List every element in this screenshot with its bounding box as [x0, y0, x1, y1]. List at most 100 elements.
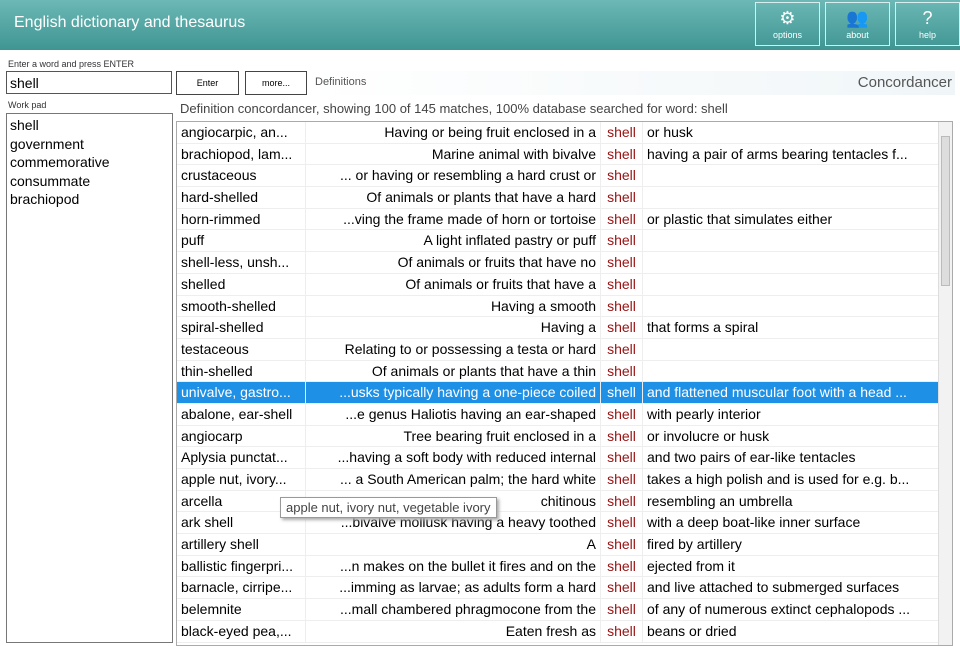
left-context-cell: Relating to or possessing a testa or har…: [306, 338, 601, 360]
table-row[interactable]: Aplysia punctat... ...having a soft body …: [177, 447, 952, 469]
table-row[interactable]: crustaceous... or having or resembling a…: [177, 165, 952, 188]
headword-cell: angiocarpic, an...: [177, 122, 306, 143]
headword-cell: testaceous: [177, 338, 306, 360]
keyword-cell: shell: [601, 273, 643, 295]
headword-cell: ballistic fingerpri...: [177, 555, 306, 577]
table-row[interactable]: brachiopod, lam... Marine animal with biv…: [177, 143, 952, 166]
left-context-cell: A: [306, 534, 601, 555]
workpad-item[interactable]: government: [10, 135, 169, 154]
keyword-cell: shell: [601, 165, 643, 187]
keyword-cell: shell: [601, 317, 643, 338]
right-context-cell: [643, 338, 939, 360]
right-context-cell: [643, 165, 939, 187]
right-context-cell: with pearly interior: [643, 403, 939, 425]
right-context-cell: [643, 252, 939, 273]
headword-cell: artillery shell: [177, 534, 306, 555]
table-row[interactable]: thin-shelled Of animals or plants that ha…: [177, 360, 952, 383]
left-context-cell: Of animals or fruits that have no: [306, 252, 601, 273]
keyword-cell: shell: [601, 382, 643, 403]
right-context-cell: and live attached to submerged surfaces: [643, 577, 939, 599]
left-context-cell: ...ving the frame made of horn or tortoi…: [306, 208, 601, 230]
keyword-cell: shell: [601, 143, 643, 165]
table-row[interactable]: spiral-shelled Having a shell that forms a …: [177, 317, 952, 339]
table-row[interactable]: ballistic fingerpri... ...n makes on the …: [177, 555, 952, 578]
help-icon: ?: [922, 8, 933, 28]
right-context-cell: [643, 295, 939, 317]
headword-cell: hard-shelled: [177, 187, 306, 208]
left-context-cell: Tree bearing fruit enclosed in a: [306, 425, 601, 447]
table-row[interactable]: shelled Of animals or fruits that have as…: [177, 273, 952, 296]
about-button[interactable]: 👥 about: [825, 2, 890, 46]
right-context-cell: [643, 187, 939, 208]
mode-bar: Definitions Concordancer: [310, 71, 955, 95]
left-context-cell: ...having a soft body with reduced inter…: [306, 447, 601, 468]
headword-cell: brachiopod, lam...: [177, 143, 306, 165]
table-row[interactable]: angiocarpic, an... Having or being fruit …: [177, 122, 952, 144]
table-row[interactable]: shell-less, unsh... Of animals or fruits …: [177, 252, 952, 274]
table-row[interactable]: hard-shelled Of animals or plants that ha…: [177, 187, 952, 209]
table-row[interactable]: univalve, gastro... ...usks typically hav…: [177, 382, 952, 404]
left-context-cell: A light inflated pastry or puff: [306, 230, 601, 252]
keyword-cell: shell: [601, 447, 643, 468]
left-context-cell: ...mall chambered phragmocone from the: [306, 599, 601, 620]
table-row[interactable]: black-eyed pea,... Eaten fresh as shell bea…: [177, 620, 952, 643]
table-row[interactable]: barnacle, cirripe... ...imming as larvae;…: [177, 577, 952, 600]
right-context-cell: or husk: [643, 122, 939, 143]
left-context-cell: Of animals or fruits that have a: [306, 273, 601, 295]
users-icon: 👥: [846, 8, 869, 28]
table-row[interactable]: apple nut, ivory...... a South American …: [177, 469, 952, 491]
table-row[interactable]: belemnite ...mall chambered phragmocone f…: [177, 599, 952, 621]
right-context-cell: ejected from it: [643, 555, 939, 577]
keyword-cell: shell: [601, 620, 643, 642]
right-context-cell: and two pairs of ear-like tentacles: [643, 447, 939, 468]
table-row[interactable]: puff A light inflated pastry or puff shell: [177, 230, 952, 253]
headword-cell: barnacle, cirripe...: [177, 577, 306, 599]
table-row[interactable]: artillery shell Ashell fired by artillery: [177, 534, 952, 556]
workpad-label: Work pad: [8, 100, 47, 110]
table-row[interactable]: horn-rimmed ...ving the frame made of hor…: [177, 208, 952, 231]
right-context-cell: with a deep boat-like inner surface: [643, 512, 939, 534]
keyword-cell: shell: [601, 599, 643, 620]
gear-icon: ⚙: [779, 8, 796, 28]
table-row[interactable]: smooth-shelled Having a smooth shell: [177, 295, 952, 318]
headword-cell: angiocarp: [177, 425, 306, 447]
workpad-item[interactable]: commemorative: [10, 153, 169, 172]
right-context-cell: resembling an umbrella: [643, 490, 939, 512]
left-context-cell: Of animals or plants that have a thin: [306, 360, 601, 382]
workpad-list[interactable]: shell government commemorative consummate br…: [6, 113, 173, 643]
right-context-cell: fired by artillery: [643, 534, 939, 555]
more-button[interactable]: more...: [245, 71, 307, 95]
tooltip: apple nut, ivory nut, vegetable ivory: [280, 497, 497, 518]
headword-cell: spiral-shelled: [177, 317, 306, 338]
workpad-item[interactable]: consummate: [10, 172, 169, 191]
right-context-cell: or plastic that simulates either: [643, 208, 939, 230]
left-context-cell: ... a South American palm; the hard whit…: [306, 469, 601, 490]
left-context-cell: ... or having or resembling a hard crust…: [306, 165, 601, 187]
options-button[interactable]: ⚙ options: [755, 2, 820, 46]
scrollbar-thumb[interactable]: [941, 136, 950, 286]
help-button[interactable]: ? help: [895, 2, 960, 46]
enter-button[interactable]: Enter: [176, 71, 239, 95]
keyword-cell: shell: [601, 230, 643, 252]
keyword-cell: shell: [601, 187, 643, 208]
table-row[interactable]: testaceous Relating to or possessing a te…: [177, 338, 952, 361]
concordance-table[interactable]: angiocarpic, an... Having or being fruit …: [176, 121, 953, 646]
workpad-item[interactable]: brachiopod: [10, 190, 169, 209]
table-row[interactable]: angiocarp Tree bearing fruit enclosed in …: [177, 425, 952, 448]
button-label: options: [772, 30, 803, 40]
search-input[interactable]: [6, 71, 172, 94]
workpad-item[interactable]: shell: [10, 116, 169, 135]
scrollbar[interactable]: [938, 122, 952, 645]
left-context-cell: Having a smooth: [306, 295, 601, 317]
right-context-cell: [643, 230, 939, 252]
tab-concordancer[interactable]: Concordancer: [858, 74, 952, 91]
headword-cell: black-eyed pea,...: [177, 620, 306, 642]
headword-cell: smooth-shelled: [177, 295, 306, 317]
search-label: Enter a word and press ENTER: [8, 59, 135, 69]
app-title: English dictionary and thesaurus: [14, 14, 246, 31]
table-row[interactable]: abalone, ear-shell ...e genus Haliotis ha…: [177, 403, 952, 426]
left-context-cell: Of animals or plants that have a hard: [306, 187, 601, 208]
left-context-cell: Marine animal with bivalve: [306, 143, 601, 165]
tab-definitions[interactable]: Definitions: [315, 76, 366, 88]
right-context-cell: having a pair of arms bearing tentacles …: [643, 143, 939, 165]
